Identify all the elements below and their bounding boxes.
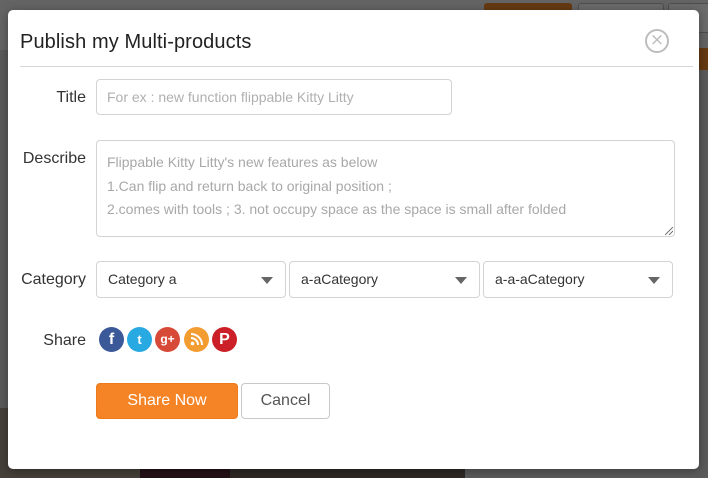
describe-line: 2.comes with tools ; 3. not occupy space… (107, 201, 567, 217)
header-divider (20, 66, 693, 67)
rss-icon[interactable] (184, 327, 209, 352)
title-label: Title (56, 89, 86, 106)
pinterest-icon[interactable]: P (212, 327, 237, 352)
category-select-value: a-aCategory (301, 271, 379, 287)
share-label: Share (43, 332, 86, 349)
cancel-button[interactable]: Cancel (241, 383, 330, 419)
category-select-value: Category a (108, 271, 177, 287)
twitter-icon[interactable]: t (127, 327, 152, 352)
caret-down-icon (648, 277, 660, 284)
caret-down-icon (261, 277, 273, 284)
category-select-1[interactable]: Category a (96, 261, 286, 298)
title-input[interactable] (96, 79, 452, 115)
describe-textarea[interactable]: Flippable Kitty Litty's new features as … (96, 140, 675, 237)
describe-line: 1.Can flip and return back to original p… (107, 177, 392, 194)
category-select-3[interactable]: a-a-aCategory (483, 261, 673, 298)
category-label: Category (21, 271, 86, 288)
close-icon[interactable]: × (645, 29, 669, 53)
google-plus-icon[interactable]: g+ (155, 327, 180, 352)
publish-dialog: Publish my Multi-products × Title Descri… (8, 10, 699, 469)
dialog-title: Publish my Multi-products (20, 31, 252, 53)
caret-down-icon (455, 277, 467, 284)
facebook-icon[interactable]: f (99, 327, 124, 352)
share-now-button[interactable]: Share Now (96, 383, 238, 419)
category-select-value: a-a-aCategory (495, 271, 585, 287)
describe-line: Flippable Kitty Litty's new features as … (107, 154, 378, 170)
resize-handle[interactable] (665, 227, 673, 235)
describe-label: Describe (22, 150, 86, 167)
category-select-2[interactable]: a-aCategory (289, 261, 480, 298)
